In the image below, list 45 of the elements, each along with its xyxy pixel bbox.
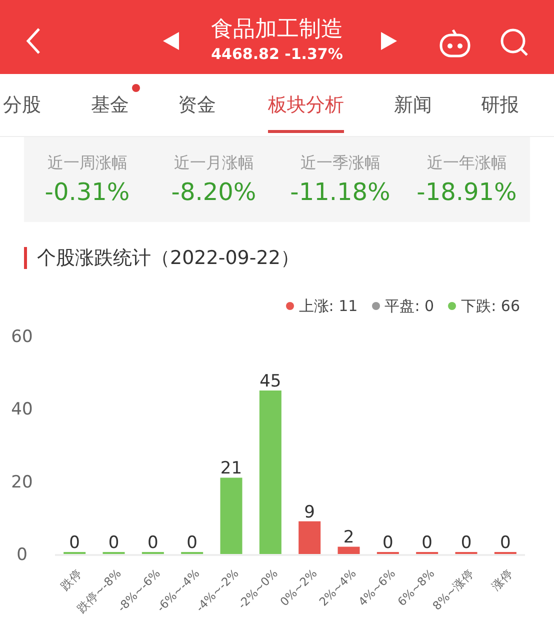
axis-tick-label: 0 bbox=[16, 545, 28, 565]
stat-value: -18.91% bbox=[416, 178, 518, 206]
bar bbox=[338, 546, 360, 554]
previous-icon[interactable] bbox=[163, 32, 179, 50]
axis-tick-label: 20 bbox=[11, 472, 33, 492]
tab[interactable]: 板块分析 bbox=[268, 92, 344, 133]
data-label: 0 bbox=[186, 533, 198, 553]
search-icon[interactable] bbox=[500, 28, 530, 58]
section-title: 个股涨跌统计（2022-09-22） bbox=[37, 246, 300, 271]
axis-tick-label: 60 bbox=[11, 327, 33, 347]
tab[interactable]: 基金 bbox=[91, 92, 129, 130]
stat-label: 近一周涨幅 bbox=[46, 153, 128, 174]
category-label: 涨停 bbox=[488, 566, 516, 594]
tab[interactable]: 分股 bbox=[3, 92, 41, 130]
tab[interactable]: 新闻 bbox=[394, 92, 432, 130]
stat-label: 近一季涨幅 bbox=[299, 153, 382, 174]
data-label: 0 bbox=[382, 533, 394, 553]
data-label: 0 bbox=[148, 533, 158, 553]
data-label: 21 bbox=[220, 458, 242, 479]
legend-label: 上涨: 11 bbox=[298, 296, 358, 316]
category-label: 跌停 bbox=[58, 566, 85, 594]
legend-label: 下跌: 66 bbox=[461, 296, 520, 316]
bar bbox=[298, 521, 321, 554]
stat-label: 近一年涨幅 bbox=[426, 153, 508, 174]
data-label: 0 bbox=[108, 533, 120, 553]
legend-label: 平盘: 0 bbox=[384, 296, 434, 316]
stat-value: -11.18% bbox=[289, 178, 392, 206]
stat-label: 近一月涨幅 bbox=[172, 153, 255, 174]
stat-value: -0.31% bbox=[44, 178, 131, 206]
sector-title: 食品加工制造 bbox=[211, 16, 343, 44]
next-icon[interactable] bbox=[381, 32, 397, 50]
stat-value: -8.20% bbox=[170, 178, 258, 206]
data-label: 0 bbox=[69, 533, 80, 553]
index-quote: 4468.82 -1.37% bbox=[211, 44, 343, 64]
data-label: 0 bbox=[500, 533, 511, 553]
axis-tick-label: 40 bbox=[11, 400, 33, 420]
tab[interactable]: 研报 bbox=[481, 92, 519, 130]
back-icon[interactable] bbox=[25, 27, 41, 55]
data-label: 2 bbox=[343, 528, 354, 548]
data-label: 45 bbox=[260, 372, 282, 392]
data-label: 9 bbox=[304, 502, 315, 522]
data-label: 0 bbox=[422, 533, 432, 553]
data-label: 0 bbox=[460, 533, 472, 553]
robot-icon[interactable] bbox=[439, 28, 471, 58]
tab[interactable]: 资金 bbox=[178, 92, 216, 130]
